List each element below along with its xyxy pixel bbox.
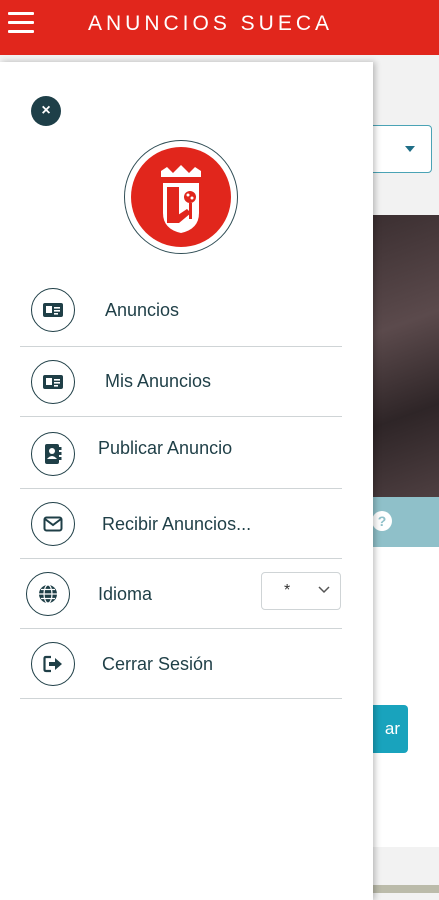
hamburger-menu-icon[interactable] (8, 12, 34, 34)
contact-book-icon (31, 432, 75, 476)
app-header: ANUNCIOS SUECA (0, 0, 439, 55)
menu-label-mis-anuncios: Mis Anuncios (105, 371, 212, 391)
app-title: ANUNCIOS SUECA (88, 12, 334, 35)
menu-item-idioma: Idioma * (20, 559, 342, 629)
menu-item-publicar-anuncio[interactable]: Publicar Anuncio (20, 417, 342, 489)
side-drawer: × Anuncios Mis Anuncios Publicar Anuncio… (0, 62, 373, 900)
menu-label-idioma: Idioma (98, 584, 153, 604)
help-icon[interactable]: ? (372, 511, 392, 531)
menu-label-recibir-anuncios: Recibir Anuncios... (102, 514, 252, 534)
close-drawer-button[interactable]: × (31, 96, 61, 126)
id-card-icon (31, 360, 75, 404)
menu-item-cerrar-sesion[interactable]: Cerrar Sesión (20, 629, 342, 699)
sign-out-icon (31, 642, 75, 686)
logo (124, 140, 238, 254)
language-select[interactable]: * (261, 572, 341, 610)
menu-label-cerrar-sesion: Cerrar Sesión (102, 654, 214, 674)
sueca-coat-of-arms-icon (131, 147, 231, 247)
chevron-down-icon (318, 586, 330, 594)
menu-label-anuncios: Anuncios (105, 300, 180, 320)
menu-item-recibir-anuncios[interactable]: Recibir Anuncios... (20, 489, 342, 559)
id-card-icon (31, 288, 75, 332)
globe-icon (26, 572, 70, 616)
envelope-icon (31, 502, 75, 546)
menu-item-anuncios[interactable]: Anuncios (20, 277, 342, 347)
language-selected-value: * (284, 582, 291, 599)
menu-item-mis-anuncios[interactable]: Mis Anuncios (20, 347, 342, 417)
caret-down-icon (405, 146, 415, 152)
menu-label-publicar-anuncio: Publicar Anuncio (98, 438, 233, 458)
